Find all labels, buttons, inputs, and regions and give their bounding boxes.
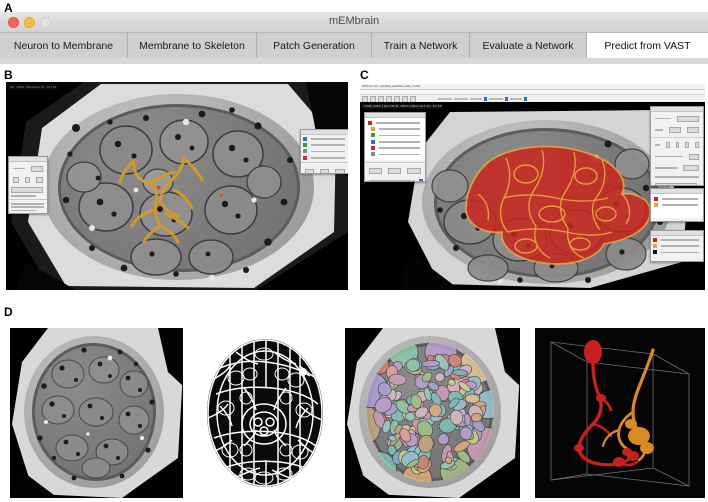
tab-label: Predict from VAST — [604, 39, 691, 52]
vast-colormap-panel[interactable] — [650, 230, 704, 262]
layer-row[interactable] — [303, 149, 347, 154]
dialog-row — [11, 175, 45, 185]
tab-train-a-network[interactable]: Train a Network — [372, 33, 470, 58]
vast-statusbar-b: 2D - 100% | Maj level | 10 - 41 | 91 — [8, 84, 59, 90]
panel-d-instance-segmentation[interactable] — [345, 328, 520, 498]
tab-neuron-to-membrane[interactable]: Neuron to Membrane — [0, 33, 128, 58]
tab-predict-from-vast[interactable]: Predict from VAST — [587, 33, 708, 58]
layer-row[interactable] — [303, 143, 347, 148]
panel-titlebar — [651, 107, 703, 112]
neuron-trace-overlay-b — [118, 156, 223, 244]
panel-b-vast-viewer[interactable]: 2D - 100% | Maj level | 10 - 41 | 91 — [6, 82, 348, 290]
segmented-cell — [434, 372, 445, 383]
panel-d-raw-em-image[interactable] — [10, 328, 183, 498]
tab-bar: Neuron to Membrane Membrane to Skeleton Pa… — [0, 33, 708, 58]
tab-label: Train a Network — [383, 39, 458, 52]
vast-layers-panel[interactable] — [650, 188, 704, 222]
tab-underline — [0, 58, 708, 64]
em-cross-section-b: 2D - 100% | Maj level | 10 - 41 | 91 — [6, 82, 348, 290]
segmented-cell — [464, 393, 480, 404]
dialog-titlebar — [9, 157, 47, 162]
segment-parameters-dialog[interactable] — [8, 156, 48, 214]
tab-membrane-to-skeleton[interactable]: Membrane to Skeleton — [128, 33, 257, 58]
window-title: mEMbrain — [328, 15, 380, 27]
membrain-app-window: mEMbrain Neuron to Membrane Membrane to S… — [0, 12, 708, 64]
tab-label: Patch Generation — [273, 39, 355, 52]
em-texture-d1 — [37, 347, 155, 481]
layer-row[interactable] — [303, 136, 347, 142]
vast-segment-list-panel[interactable] — [364, 112, 426, 182]
layer-list-dialog[interactable] — [300, 129, 348, 174]
segmented-cell — [459, 426, 473, 440]
vast-tool-properties-panel[interactable] — [650, 106, 704, 186]
layer-row[interactable] — [303, 155, 347, 160]
figure-root: A mEMbrain Neuron to Membrane Membrane to… — [0, 0, 708, 502]
vast-application-window: VAST lite 1.4.0 - [combined_predictions_… — [360, 84, 705, 290]
panel-d-membrane-prediction[interactable] — [200, 328, 330, 498]
panel-label-c: C — [360, 68, 369, 82]
tab-label: Evaluate a Network — [482, 39, 574, 52]
panel-label-b: B — [4, 68, 13, 82]
dialog-titlebar — [301, 130, 348, 135]
panel-titlebar — [651, 231, 703, 236]
segmented-cell — [429, 403, 442, 418]
segmented-cell — [406, 358, 421, 372]
tab-patch-generation[interactable]: Patch Generation — [257, 33, 372, 58]
tab-label: Neuron to Membrane — [13, 39, 114, 52]
vast-image-status: C1008_10000_2 (Em) 768 45 - 2997% 2 Mips… — [362, 104, 444, 109]
membrane-map-d2 — [200, 328, 330, 498]
dialog-row — [11, 164, 45, 174]
vast-canvas[interactable]: C1008_10000_2 (Em) 768 45 - 2997% 2 Mips… — [360, 102, 705, 290]
dialog-list[interactable] — [9, 198, 47, 213]
panel-d-3d-reconstruction[interactable] — [535, 328, 705, 498]
panel-label-d: D — [4, 305, 13, 319]
segment-tree[interactable] — [365, 118, 425, 160]
three-d-scene — [535, 328, 705, 498]
dialog-button[interactable] — [11, 187, 43, 193]
panel-c-vast-window[interactable]: VAST lite 1.4.0 - [combined_predictions_… — [360, 84, 705, 290]
instance-color-overlay-d3 — [366, 342, 494, 482]
tab-evaluate-a-network[interactable]: Evaluate a Network — [470, 33, 587, 58]
tab-label: Membrane to Skeleton — [139, 39, 245, 52]
dialog-text — [11, 195, 36, 197]
window-titlebar: mEMbrain — [0, 12, 708, 33]
control-row[interactable] — [303, 167, 347, 173]
